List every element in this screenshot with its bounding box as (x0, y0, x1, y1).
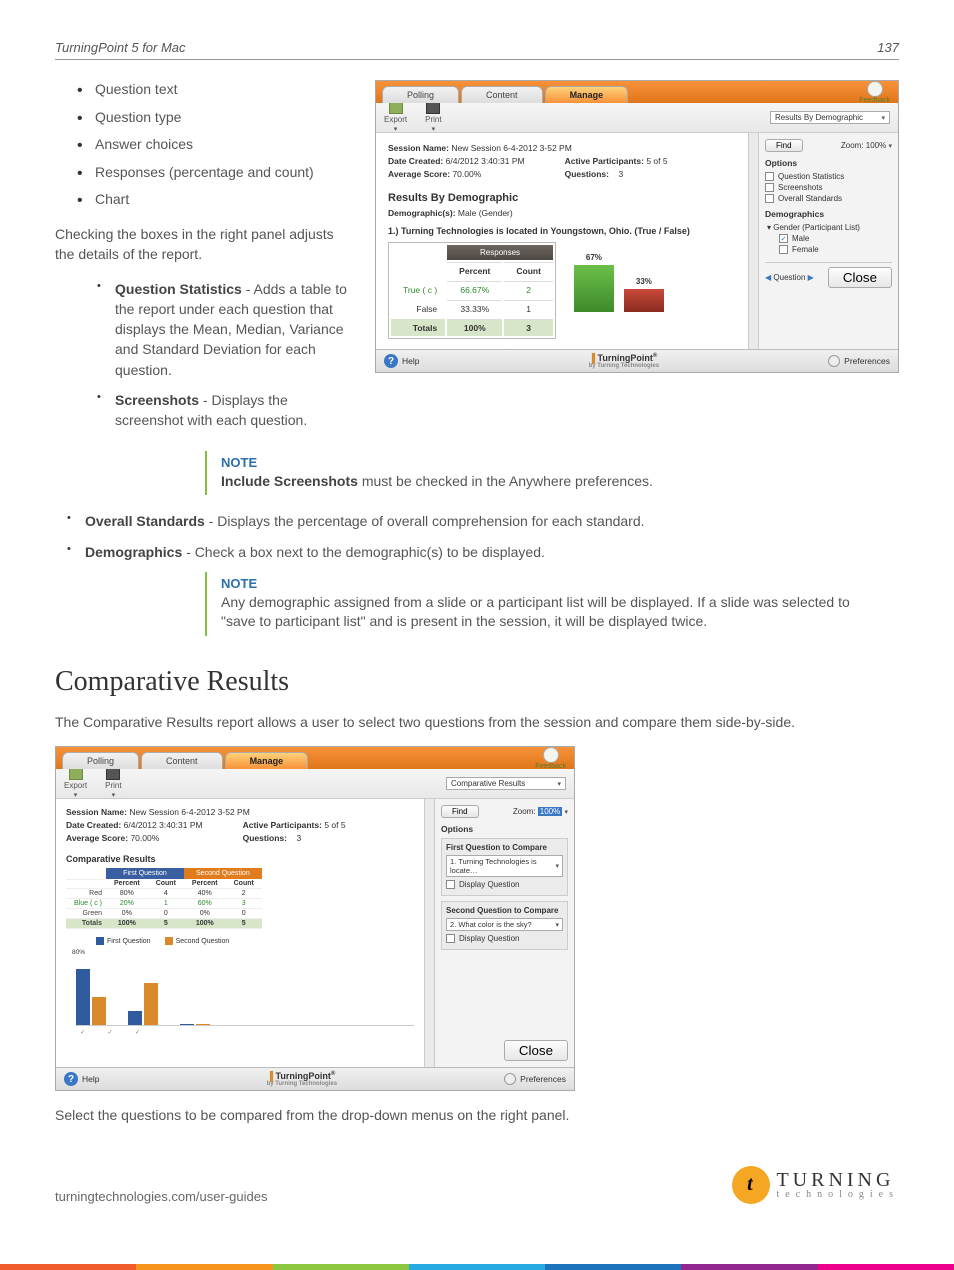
tab-polling[interactable]: Polling (62, 752, 139, 769)
display-question-1[interactable]: Display Question (446, 880, 563, 889)
doc-title: TurningPoint 5 for Mac (55, 40, 186, 55)
preferences-button[interactable]: Preferences (504, 1073, 566, 1085)
comparative-results-screenshot: Polling Content Manage Feedback Export▾ … (55, 746, 575, 1091)
intro-para: Checking the boxes in the right panel ad… (55, 224, 355, 265)
bar-false (624, 289, 664, 312)
gear-icon (828, 355, 840, 367)
bullet-item: Question text (95, 80, 355, 100)
print-button[interactable]: Print▾ (105, 768, 121, 799)
comparative-outro: Select the questions to be compared from… (55, 1105, 899, 1125)
help-icon: ? (384, 354, 398, 368)
preferences-button[interactable]: Preferences (828, 355, 890, 367)
page-number: 137 (877, 40, 899, 55)
export-icon (69, 768, 83, 780)
find-button[interactable]: Find (441, 805, 479, 818)
logo-mark: t (732, 1166, 770, 1204)
close-button[interactable]: Close (504, 1040, 568, 1061)
bar-true (574, 265, 614, 312)
scrollbar[interactable] (748, 133, 758, 349)
scrollbar[interactable] (424, 799, 434, 1067)
detail-item: Question Statistics - Adds a table to th… (115, 279, 355, 380)
chevron-down-icon: ▾ (432, 125, 436, 133)
comparative-results-heading: Comparative Results (55, 666, 899, 698)
comparative-table: First QuestionSecond Question PercentCou… (66, 868, 262, 929)
question-text: 1.) Turning Technologies is located in Y… (388, 226, 736, 236)
tab-manage[interactable]: Manage (545, 86, 629, 103)
close-button[interactable]: Close (828, 267, 892, 288)
detail-item: Screenshots - Displays the screenshot wi… (115, 390, 355, 431)
turningpoint-logo: ▐ TurningPoint®by Turning Technologies (589, 353, 659, 369)
bullet-item: Chart (95, 190, 355, 210)
results-by-demographic-screenshot: Polling Content Manage Feedback Export▾ … (375, 80, 899, 373)
first-question-dropdown[interactable]: 1. Turning Technologies is locate…▾ (446, 855, 563, 877)
export-button[interactable]: Export▾ (384, 102, 407, 133)
options-panel: Find Zoom: 100% ▾ Options First Question… (434, 799, 574, 1067)
footer-rainbow-stripe (0, 1264, 954, 1270)
page-footer: turningtechnologies.com/user-guides t TU… (55, 1166, 899, 1204)
print-button[interactable]: Print▾ (425, 102, 441, 133)
chevron-down-icon[interactable]: ▾ (888, 143, 892, 150)
tab-manage[interactable]: Manage (225, 752, 309, 769)
export-icon (389, 102, 403, 114)
comparative-intro: The Comparative Results report allows a … (55, 712, 899, 732)
note-demographics: NOTE Any demographic assigned from a sli… (205, 572, 865, 636)
detail-item: Demographics - Check a box next to the d… (85, 542, 899, 562)
bullet-item: Answer choices (95, 135, 355, 155)
option-overall-standards[interactable]: Overall Standards (765, 194, 892, 203)
responses-table: Responses PercentCount True ( c )66.67%2… (388, 242, 556, 339)
app-tab-bar: Polling Content Manage Feedback (376, 81, 898, 103)
print-icon (426, 102, 440, 114)
comparative-bar-chart (76, 956, 414, 1026)
help-button[interactable]: ?Help (64, 1072, 99, 1086)
feedback-button[interactable]: Feedback (859, 81, 890, 104)
find-button[interactable]: Find (765, 139, 803, 152)
tab-polling[interactable]: Polling (382, 86, 459, 103)
second-question-dropdown[interactable]: 2. What color is the sky?▾ (446, 918, 563, 931)
feedback-icon (867, 81, 883, 97)
bullet-item: Question type (95, 108, 355, 128)
turning-technologies-logo: t TURNINGtechnologies (732, 1166, 899, 1204)
chevron-down-icon: ▾ (881, 114, 885, 122)
tab-content[interactable]: Content (141, 752, 223, 769)
footer-url: turningtechnologies.com/user-guides (55, 1189, 267, 1204)
help-icon: ? (64, 1072, 78, 1086)
question-nav[interactable]: ◀ Question ▶ (765, 273, 814, 282)
option-question-statistics[interactable]: Question Statistics (765, 172, 892, 181)
display-question-2[interactable]: Display Question (446, 934, 563, 943)
tab-content[interactable]: Content (461, 86, 543, 103)
turningpoint-logo: ▐ TurningPoint®by Turning Technologies (267, 1071, 337, 1087)
report-type-dropdown[interactable]: Results By Demographic▾ (770, 111, 890, 124)
export-button[interactable]: Export▾ (64, 768, 87, 799)
results-bar-chart: 67% 33% (574, 242, 664, 312)
feedback-button[interactable]: Feedback (535, 747, 566, 770)
note-screenshots: NOTE Include Screenshots must be checked… (205, 451, 865, 496)
feature-bullets: Question text Question type Answer choic… (55, 80, 355, 210)
bullet-item: Responses (percentage and count) (95, 163, 355, 183)
chevron-down-icon: ▾ (394, 125, 398, 133)
chart-legend: First Question Second Question (96, 937, 414, 945)
options-panel: Find Zoom: 100% ▾ Options Question Stati… (758, 133, 898, 349)
report-type-dropdown[interactable]: Comparative Results▾ (446, 777, 566, 790)
demographic-female[interactable]: Female (779, 245, 892, 254)
feedback-icon (543, 747, 559, 763)
demographic-male[interactable]: ✓Male (779, 234, 892, 243)
help-button[interactable]: ?Help (384, 354, 419, 368)
page-header: TurningPoint 5 for Mac 137 (55, 40, 899, 60)
print-icon (106, 768, 120, 780)
detail-item: Overall Standards - Displays the percent… (85, 511, 899, 531)
app-toolbar: Export▾ Print▾ Results By Demographic▾ (376, 103, 898, 133)
gear-icon (504, 1073, 516, 1085)
report-section-title: Results By Demographic (388, 192, 736, 204)
option-screenshots[interactable]: Screenshots (765, 183, 892, 192)
